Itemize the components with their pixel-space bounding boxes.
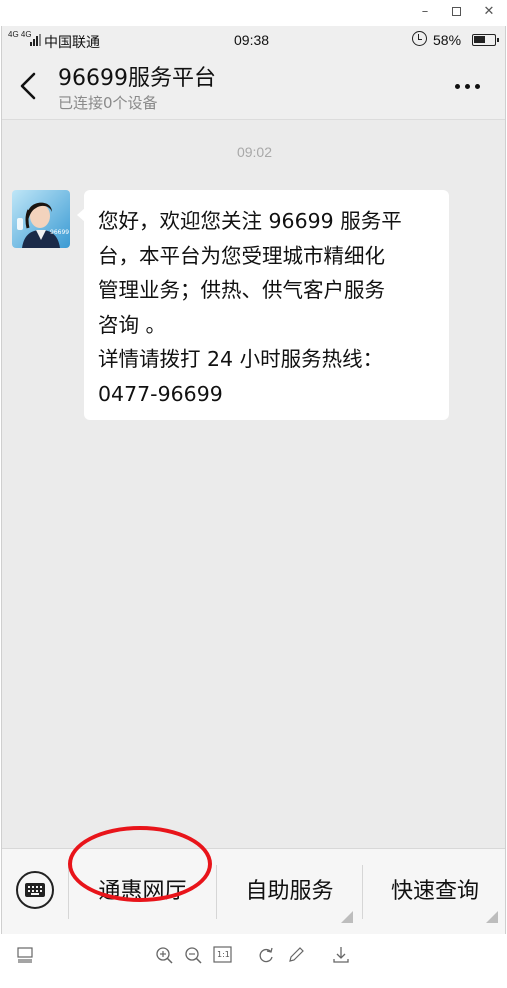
alarm-icon	[412, 31, 427, 46]
battery-icon	[472, 34, 499, 46]
edit-icon[interactable]	[286, 944, 306, 966]
status-time: 09:38	[234, 32, 270, 48]
maximize-icon	[451, 7, 461, 16]
message-line: 台，本平台为您受理城市精细化	[98, 243, 385, 268]
message-timestamp: 09:02	[236, 144, 273, 160]
battery-level	[474, 36, 486, 43]
viewer-toolbar: 1:1	[0, 934, 507, 988]
svg-text:96699: 96699	[50, 229, 69, 236]
submenu-indicator-icon	[341, 911, 353, 923]
keyboard-icon[interactable]	[16, 871, 54, 909]
chat-header: 96699服务平台 已连接0个设备	[2, 54, 505, 120]
viewer-title-bar: – ✕	[0, 0, 507, 26]
network-type: 4G 4G	[8, 30, 32, 39]
actual-size-icon[interactable]: 1:1	[212, 944, 234, 966]
service-menu-bar: 通惠网厅 自助服务 快速查询	[2, 848, 505, 934]
phone-screen: 4G 4G 中国联通 09:38 58% 96699服务平台 已连接0个设备 0…	[1, 26, 506, 934]
message-line: 管理业务；供热、供气客户服务	[98, 278, 385, 302]
connection-status: 已连接0个设备	[58, 94, 158, 112]
message-line: 您好，欢迎您关注 96699 服务平	[98, 209, 402, 233]
message-line: 0477-96699	[98, 381, 223, 406]
maximize-button[interactable]	[445, 2, 467, 22]
zoom-in-icon[interactable]	[154, 944, 174, 966]
message-line: 咨询 。	[98, 312, 167, 337]
status-bar: 4G 4G 中国联通 09:38 58%	[2, 26, 505, 54]
carrier-name: 中国联通	[44, 34, 100, 50]
back-icon[interactable]	[16, 70, 44, 102]
menu-item-quick-query[interactable]: 快速查询	[363, 865, 505, 919]
battery-percent: 58%	[433, 32, 462, 48]
message-line: 详情请拨打 24 小时服务热线：	[98, 347, 384, 371]
layout-icon[interactable]	[16, 944, 36, 966]
download-icon[interactable]	[331, 944, 351, 966]
sender-avatar[interactable]: 96699	[12, 190, 70, 248]
menu-item-tonghui-hall[interactable]: 通惠网厅	[69, 865, 216, 919]
message-bubble[interactable]: 您好，欢迎您关注 96699 服务平 台，本平台为您受理城市精细化 管理业务；供…	[77, 190, 449, 420]
submenu-indicator-icon	[486, 911, 498, 923]
actual-size-label: 1:1	[217, 950, 230, 959]
rotate-icon[interactable]	[256, 944, 276, 966]
more-dots-icon[interactable]	[452, 74, 484, 98]
signal-icon	[30, 34, 42, 46]
close-button[interactable]: ✕	[478, 2, 500, 22]
zoom-out-icon[interactable]	[183, 944, 203, 966]
minimize-button[interactable]: –	[414, 2, 436, 22]
page-title: 96699服务平台	[58, 66, 216, 91]
